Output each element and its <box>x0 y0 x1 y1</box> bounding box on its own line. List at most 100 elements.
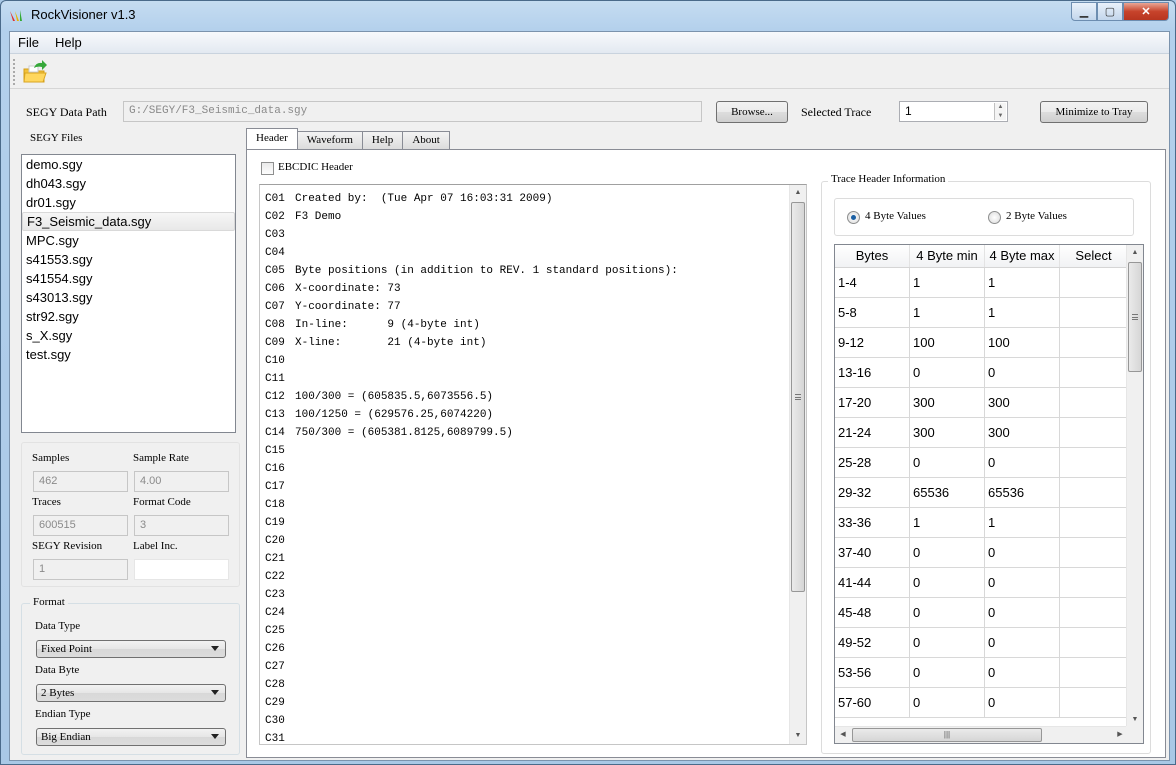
table-row[interactable]: 45-48 0 0 <box>835 598 1128 628</box>
table-cell[interactable]: 0 <box>985 598 1060 627</box>
scroll-up-icon[interactable]: ▲ <box>790 185 806 201</box>
table-cell[interactable] <box>1060 628 1128 657</box>
table-row[interactable]: 21-24 300 300 <box>835 418 1128 448</box>
table-cell[interactable]: 0 <box>910 358 985 387</box>
selected-trace-spinbox[interactable]: 1 ▲ ▼ <box>899 101 1008 122</box>
table-cell[interactable]: 0 <box>985 628 1060 657</box>
table-cell[interactable]: 1 <box>985 508 1060 537</box>
scroll-down-icon[interactable]: ▼ <box>790 728 806 744</box>
radio-2-byte-label[interactable]: 2 Byte Values <box>1006 210 1067 222</box>
browse-button[interactable]: Browse... <box>716 101 788 123</box>
scroll-thumb[interactable]: ||| <box>852 728 1042 742</box>
table-cell[interactable]: 0 <box>910 448 985 477</box>
spin-up-icon[interactable]: ▲ <box>995 103 1006 112</box>
table-cell[interactable]: 65536 <box>910 478 985 507</box>
table-cell[interactable]: 0 <box>985 658 1060 687</box>
tab-waveform[interactable]: Waveform <box>296 131 363 149</box>
radio-2-byte[interactable] <box>988 211 1001 224</box>
table-cell[interactable] <box>1060 388 1128 417</box>
table-cell[interactable]: 0 <box>985 358 1060 387</box>
column-header-4byte-max[interactable]: 4 Byte max <box>985 245 1060 267</box>
file-list-item[interactable]: dh043.sgy <box>22 174 235 193</box>
table-cell[interactable] <box>1060 538 1128 567</box>
column-header-select[interactable]: Select <box>1060 245 1128 267</box>
scroll-up-icon[interactable]: ▲ <box>1127 245 1143 261</box>
file-list-item[interactable]: str92.sgy <box>22 307 235 326</box>
table-cell[interactable] <box>1060 328 1128 357</box>
toolbar-grip[interactable] <box>13 59 15 85</box>
table-row[interactable]: 25-28 0 0 <box>835 448 1128 478</box>
file-list-item[interactable]: test.sgy <box>22 345 235 364</box>
table-cell[interactable]: 300 <box>910 418 985 447</box>
table-cell[interactable]: 53-56 <box>835 658 910 687</box>
file-list-item[interactable]: dr01.sgy <box>22 193 235 212</box>
table-row[interactable]: 17-20 300 300 <box>835 388 1128 418</box>
table-cell[interactable]: 100 <box>910 328 985 357</box>
table-cell[interactable]: 9-12 <box>835 328 910 357</box>
table-cell[interactable]: 0 <box>910 598 985 627</box>
table-cell[interactable]: 0 <box>985 448 1060 477</box>
table-cell[interactable]: 0 <box>910 538 985 567</box>
file-list-item-selected[interactable]: F3_Seismic_data.sgy <box>22 212 235 231</box>
table-row[interactable]: 1-4 1 1 <box>835 268 1128 298</box>
menu-file[interactable]: File <box>10 35 47 50</box>
table-cell[interactable]: 13-16 <box>835 358 910 387</box>
spin-down-icon[interactable]: ▼ <box>995 111 1006 120</box>
table-cell[interactable]: 17-20 <box>835 388 910 417</box>
table-cell[interactable]: 49-52 <box>835 628 910 657</box>
table-cell[interactable]: 300 <box>910 388 985 417</box>
table-cell[interactable] <box>1060 688 1128 717</box>
table-vertical-scrollbar[interactable]: ▲ ▼ <box>1126 245 1143 728</box>
ebcdic-vertical-scrollbar[interactable]: ▲ ▼ <box>789 185 806 744</box>
table-row[interactable]: 49-52 0 0 <box>835 628 1128 658</box>
table-cell[interactable]: 1 <box>985 298 1060 327</box>
table-row[interactable]: 13-16 0 0 <box>835 358 1128 388</box>
ebcdic-header-checkbox[interactable] <box>261 162 274 175</box>
table-cell[interactable] <box>1060 268 1128 297</box>
table-cell[interactable] <box>1060 358 1128 387</box>
table-cell[interactable] <box>1060 598 1128 627</box>
table-row[interactable]: 5-8 1 1 <box>835 298 1128 328</box>
table-row[interactable]: 33-36 1 1 <box>835 508 1128 538</box>
table-cell[interactable]: 1 <box>910 298 985 327</box>
table-cell[interactable]: 45-48 <box>835 598 910 627</box>
table-row[interactable]: 29-32 65536 65536 <box>835 478 1128 508</box>
minimize-button[interactable]: ▁ <box>1071 2 1097 21</box>
table-cell[interactable]: 57-60 <box>835 688 910 717</box>
radio-4-byte-label[interactable]: 4 Byte Values <box>865 210 926 222</box>
file-list-item[interactable]: s_X.sgy <box>22 326 235 345</box>
table-cell[interactable]: 1 <box>985 268 1060 297</box>
table-cell[interactable]: 100 <box>985 328 1060 357</box>
table-cell[interactable] <box>1060 658 1128 687</box>
column-header-4byte-min[interactable]: 4 Byte min <box>910 245 985 267</box>
radio-4-byte[interactable] <box>847 211 860 224</box>
tab-header[interactable]: Header <box>246 128 298 149</box>
table-cell[interactable] <box>1060 298 1128 327</box>
label-inc-input[interactable] <box>134 559 229 580</box>
table-cell[interactable]: 29-32 <box>835 478 910 507</box>
close-button[interactable]: ✕ <box>1123 2 1169 21</box>
scroll-thumb[interactable] <box>791 202 805 592</box>
table-row[interactable]: 37-40 0 0 <box>835 538 1128 568</box>
table-horizontal-scrollbar[interactable]: ◀ ||| ▶ <box>835 726 1128 743</box>
menu-help[interactable]: Help <box>47 35 90 50</box>
endian-type-combobox[interactable]: Big Endian <box>36 728 226 746</box>
table-cell[interactable] <box>1060 448 1128 477</box>
table-cell[interactable]: 0 <box>985 688 1060 717</box>
table-row[interactable]: 53-56 0 0 <box>835 658 1128 688</box>
table-cell[interactable] <box>1060 478 1128 507</box>
table-row[interactable]: 9-12 100 100 <box>835 328 1128 358</box>
table-cell[interactable]: 41-44 <box>835 568 910 597</box>
file-list-item[interactable]: s41553.sgy <box>22 250 235 269</box>
table-cell[interactable]: 65536 <box>985 478 1060 507</box>
table-cell[interactable]: 25-28 <box>835 448 910 477</box>
table-cell[interactable] <box>1060 508 1128 537</box>
tab-about[interactable]: About <box>402 131 450 149</box>
table-cell[interactable]: 0 <box>985 568 1060 597</box>
table-row[interactable]: 57-60 0 0 <box>835 688 1128 718</box>
segy-file-list[interactable]: demo.sgy dh043.sgy dr01.sgy F3_Seismic_d… <box>21 154 236 433</box>
table-row[interactable]: 41-44 0 0 <box>835 568 1128 598</box>
file-list-item[interactable]: s41554.sgy <box>22 269 235 288</box>
tab-help[interactable]: Help <box>361 131 404 149</box>
table-cell[interactable]: 1-4 <box>835 268 910 297</box>
